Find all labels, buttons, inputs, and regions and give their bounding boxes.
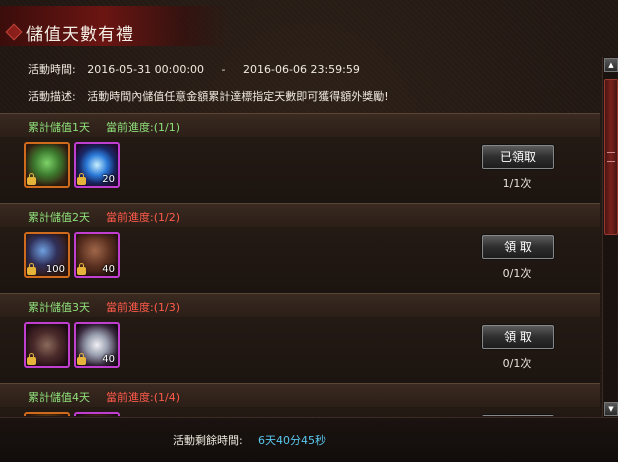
reward-row-title: 累計儲值3天 — [28, 301, 90, 314]
activity-description: 活動描述: 活動時間內儲值任意金額累計達標指定天數即可獲得額外獎勵! — [28, 88, 389, 104]
claim-button[interactable]: 領 取 — [482, 325, 554, 349]
lock-icon — [77, 173, 86, 185]
reward-row-body: 40 領 取 0/1次 — [0, 317, 600, 383]
green-gourd-icon[interactable] — [24, 142, 70, 188]
claimed-button[interactable]: 已領取 — [482, 145, 554, 169]
reward-row-title: 累計儲值4天 — [28, 391, 90, 404]
reward-row-header: 累計儲值1天 當前進度:(1/1) — [0, 113, 600, 139]
page-title: 儲值天數有禮 — [26, 25, 134, 45]
claim-count: 0/1次 — [502, 357, 532, 370]
scroll-up-icon[interactable]: ▲ — [604, 58, 618, 72]
lock-icon — [77, 263, 86, 275]
bronze-disc-icon[interactable] — [74, 412, 120, 416]
reward-row-progress: 當前進度:(1/1) — [106, 121, 180, 134]
reward-row-title: 累計儲值1天 — [28, 121, 90, 134]
reward-row-progress: 當前進度:(1/2) — [106, 211, 180, 224]
scrollbar-thumb[interactable] — [604, 79, 618, 235]
silver-ingot-icon[interactable]: 40 — [74, 322, 120, 368]
lock-icon — [27, 353, 36, 365]
activity-desc-label: 活動描述: — [28, 90, 76, 103]
activity-time-end: 2016-06-06 23:59:59 — [243, 63, 360, 76]
claim-count: 0/1次 — [502, 267, 532, 280]
golden-relic-icon[interactable] — [24, 412, 70, 416]
reward-list[interactable]: 累計儲值1天 當前進度:(1/1) 20 已領取 1/1次 累計儲值2天 當前進… — [0, 113, 600, 416]
reward-row-body: 100 40 領 取 0/1次 — [0, 227, 600, 293]
reward-row-progress: 當前進度:(1/3) — [106, 301, 180, 314]
vertical-scrollbar[interactable]: ▲ ▼ — [602, 57, 618, 417]
scroll-down-icon[interactable]: ▼ — [604, 402, 618, 416]
fur-pelt-icon[interactable]: 40 — [74, 232, 120, 278]
remaining-time-value: 6天40分45秒 — [258, 434, 326, 447]
claim-count: 1/1次 — [502, 177, 532, 190]
reward-row-header: 累計儲值3天 當前進度:(1/3) — [0, 293, 600, 319]
lock-icon — [27, 263, 36, 275]
item-quantity: 100 — [45, 264, 65, 275]
activity-desc-text: 活動時間內儲值任意金額累計達標指定天數即可獲得額外獎勵! — [87, 90, 389, 103]
activity-time: 活動時間: 2016-05-31 00:00:00 - 2016-06-06 2… — [28, 61, 360, 77]
reward-row-day-3: 累計儲值3天 當前進度:(1/3) 40 領 取 0/1次 — [0, 293, 600, 383]
activity-time-start: 2016-05-31 00:00:00 — [87, 63, 205, 76]
reward-row-day-1: 累計儲值1天 當前進度:(1/1) 20 已領取 1/1次 — [0, 113, 600, 203]
remaining-time-label: 活動剩餘時間: — [173, 434, 243, 447]
blue-gem-ring-icon[interactable]: 20 — [74, 142, 120, 188]
reward-row-progress: 當前進度:(1/4) — [106, 391, 180, 404]
reward-row-body: 20 已領取 1/1次 — [0, 137, 600, 203]
item-quantity: 40 — [102, 264, 115, 275]
footer-bar: 活動剩餘時間: 6天40分45秒 — [0, 417, 618, 462]
diamond-ornament-icon — [5, 23, 23, 41]
reward-row-header: 累計儲值4天 當前進度:(1/4) — [0, 383, 600, 409]
item-quantity: 40 — [102, 354, 115, 365]
recharge-days-reward-panel: 儲值天數有禮 活動時間: 2016-05-31 00:00:00 - 2016-… — [0, 0, 618, 462]
scroll-grip-icon — [607, 152, 615, 162]
reward-row-header: 累計儲值2天 當前進度:(1/2) — [0, 203, 600, 229]
stone-rune-icon[interactable] — [24, 322, 70, 368]
claim-button[interactable]: 領 取 — [482, 415, 554, 416]
item-quantity: 20 — [102, 174, 115, 185]
reward-row-day-2: 累計儲值2天 當前進度:(1/2) 100 40 領 取 0/1次 — [0, 203, 600, 293]
claim-button[interactable]: 領 取 — [482, 235, 554, 259]
lock-icon — [77, 353, 86, 365]
reward-row-title: 累計儲值2天 — [28, 211, 90, 224]
lock-icon — [27, 173, 36, 185]
crystal-cluster-icon[interactable]: 100 — [24, 232, 70, 278]
title-banner: 儲值天數有禮 — [0, 6, 230, 46]
reward-row-day-4: 累計儲值4天 當前進度:(1/4) 領 取 — [0, 383, 600, 416]
activity-time-separator: - — [221, 63, 226, 76]
activity-time-label: 活動時間: — [28, 63, 76, 76]
reward-row-body: 領 取 — [0, 407, 600, 416]
